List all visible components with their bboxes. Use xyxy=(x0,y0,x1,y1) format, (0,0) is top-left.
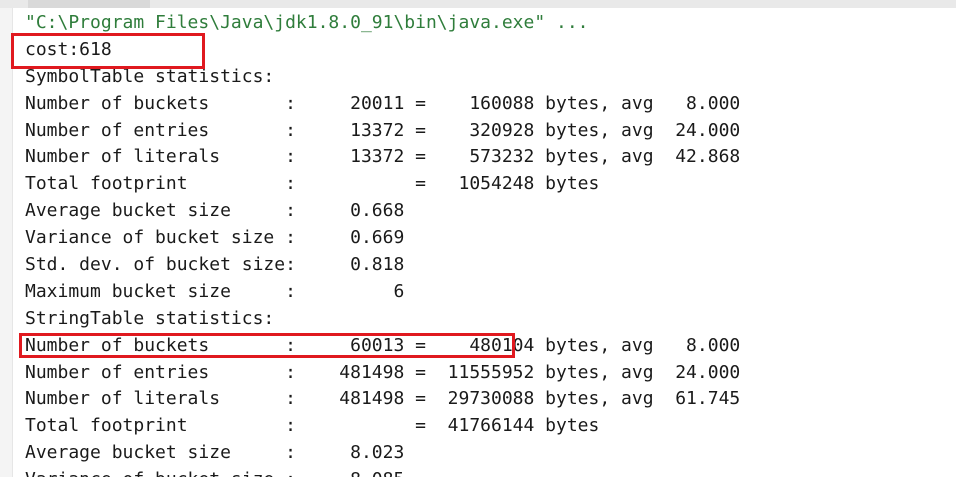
console-line: Variance of bucket size : 0.669 xyxy=(25,227,405,249)
console-command-line: "C:\Program Files\Java\jdk1.8.0_91\bin\j… xyxy=(25,12,589,33)
console-line: Total footprint : = 1054248 bytes xyxy=(25,173,600,195)
console-line: Std. dev. of bucket size: 0.818 xyxy=(25,254,405,276)
console-line: Number of literals : 13372 = 573232 byte… xyxy=(25,146,741,168)
console-line-symboltable-header: SymbolTable statistics: xyxy=(25,65,275,87)
console-gutter xyxy=(0,8,13,477)
editor-tab[interactable] xyxy=(28,0,150,8)
console-line: Number of buckets : 20011 = 160088 bytes… xyxy=(25,92,741,114)
editor-tab-strip xyxy=(0,0,956,8)
console-output: "C:\Program Files\Java\jdk1.8.0_91\bin\j… xyxy=(25,10,945,477)
console-line: Variance of bucket size : 8.085 xyxy=(25,467,945,477)
console-line: Average bucket size : 8.023 xyxy=(25,442,405,464)
console-line: Number of entries : 13372 = 320928 bytes… xyxy=(25,119,741,141)
console-line: Average bucket size : 0.668 xyxy=(25,200,405,222)
console-line: Number of literals : 481498 = 29730088 b… xyxy=(25,388,741,410)
console-line: Number of entries : 481498 = 11555952 by… xyxy=(25,361,741,383)
console-line: Total footprint : = 41766144 bytes xyxy=(25,415,600,437)
console-line-stringtable-buckets: Number of buckets : 60013 = 480104 bytes… xyxy=(25,334,741,356)
console-line: Maximum bucket size : 6 xyxy=(25,280,405,302)
console-line-stringtable-header: StringTable statistics: xyxy=(25,307,275,329)
console-line-cost: cost:618 xyxy=(25,38,112,60)
